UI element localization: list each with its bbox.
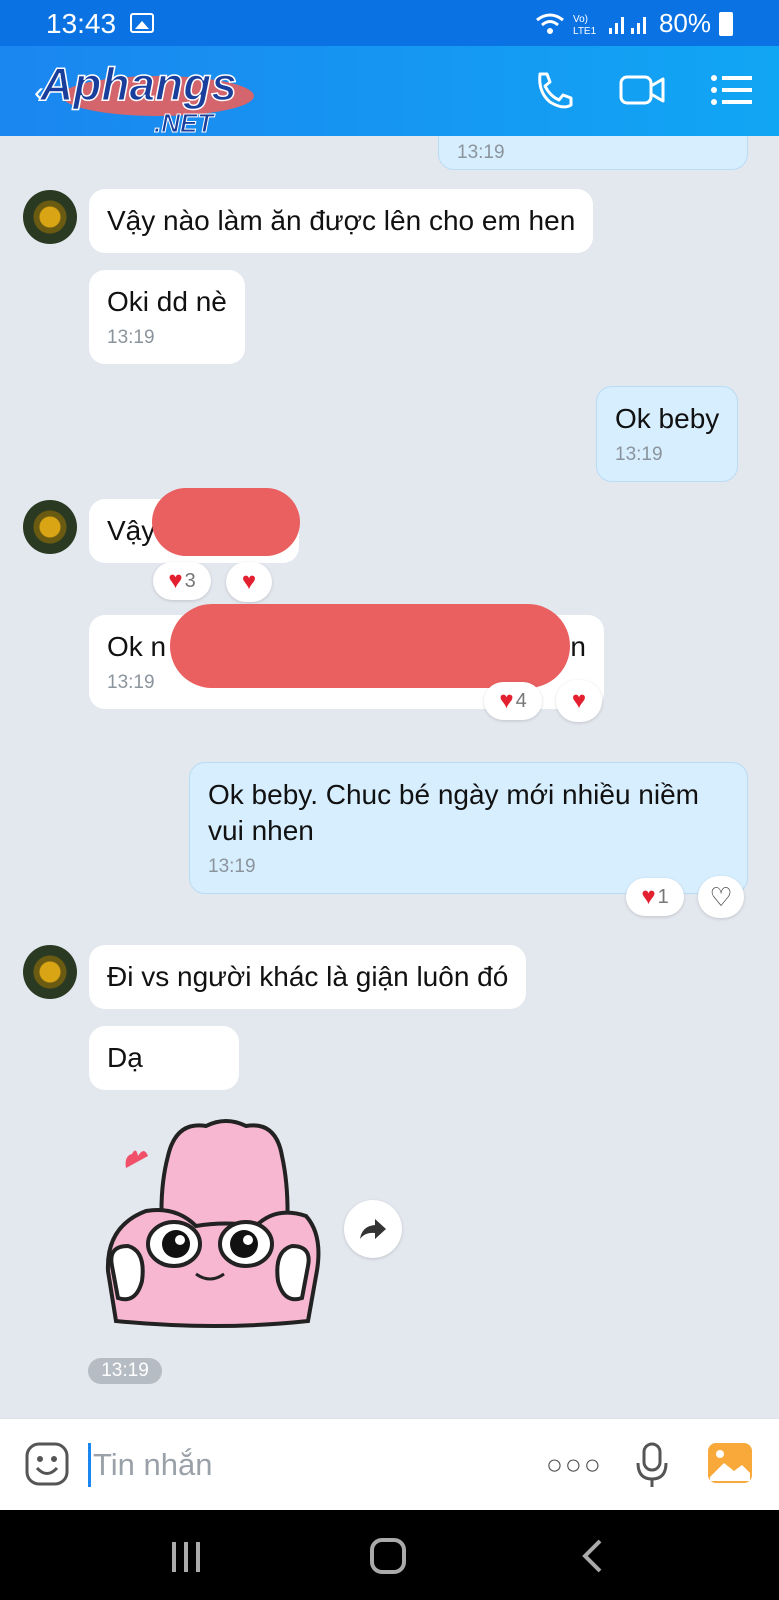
message-text: Ok beby: [615, 403, 720, 434]
avatar[interactable]: [23, 945, 77, 999]
nav-back-icon[interactable]: [580, 1538, 604, 1574]
forward-button[interactable]: [344, 1200, 402, 1258]
message-time: 13:19: [107, 327, 155, 348]
message-text-end: n: [570, 631, 586, 662]
message-text: Ok n: [107, 631, 167, 662]
svg-text:Vo): Vo): [573, 14, 588, 25]
wifi-icon: [536, 13, 564, 34]
message-bubble-in[interactable]: Đi vs người khác là giận luôn đó: [89, 945, 527, 1009]
sticker-time: 13:19: [88, 1358, 162, 1384]
reaction-count: 1: [657, 885, 669, 908]
message-text: Vậy nào làm ăn được lên cho em hen: [107, 205, 576, 236]
forward-icon: [360, 1219, 386, 1239]
react-heart-button[interactable]: ♥: [226, 562, 272, 602]
message-bubble-in[interactable]: Oki dd nè 13:19: [89, 270, 245, 364]
microphone-icon[interactable]: [634, 1441, 670, 1489]
status-right: Vo) LTE1 80%: [535, 8, 733, 39]
heart-icon: ♥: [168, 567, 183, 594]
battery-percent: 80%: [658, 8, 711, 38]
heart-icon: ♥: [571, 687, 587, 714]
message-bubble-in[interactable]: Dạ: [89, 1026, 239, 1090]
gallery-icon: [130, 13, 154, 33]
menu-icon[interactable]: [708, 68, 756, 112]
signal-icon: [608, 16, 646, 34]
chat-header: ‹ Aphangs .NET: [0, 46, 779, 138]
message-input-bar: ○○○: [0, 1418, 779, 1510]
logo-main-text: Aphangs: [39, 58, 237, 110]
react-heart-button[interactable]: ♥: [556, 680, 602, 722]
redaction-mark: [170, 604, 570, 688]
redaction-mark: [152, 488, 300, 556]
video-call-icon[interactable]: [618, 68, 666, 112]
message-bubble-in[interactable]: Vậy nào làm ăn được lên cho em hen: [89, 189, 594, 253]
message-time: 13:19: [208, 856, 256, 877]
image-picker-icon[interactable]: [706, 1441, 754, 1485]
reaction-badge[interactable]: ♥ 3: [153, 562, 211, 600]
avatar[interactable]: [23, 190, 77, 244]
more-options-icon[interactable]: ○○○: [546, 1449, 603, 1481]
message-text: Dạ: [107, 1042, 143, 1073]
home-icon[interactable]: [370, 1538, 406, 1574]
battery-icon: [719, 11, 733, 36]
message-text: Vậy: [107, 515, 156, 546]
message-text: Đi vs người khác là giận luôn đó: [107, 961, 509, 992]
message-bubble-out[interactable]: 13:19: [438, 136, 748, 170]
reaction-badge[interactable]: ♥ 1: [626, 878, 684, 916]
heart-icon: ♥: [241, 568, 257, 595]
avatar[interactable]: [23, 500, 77, 554]
status-bar: 13:43 Vo) LTE1 80%: [0, 0, 779, 46]
message-time: 13:19: [457, 142, 505, 163]
message-input[interactable]: [88, 1443, 518, 1487]
logo-sub-text: .NET: [154, 108, 215, 138]
bunny-sticker[interactable]: [96, 1116, 326, 1336]
volte-icon: Vo)LTE1: [573, 14, 597, 36]
svg-text:LTE1: LTE1: [573, 26, 597, 36]
message-bubble-out[interactable]: Ok beby. Chuc bé ngày mới nhiều niềm vui…: [189, 762, 748, 894]
heart-outline-icon: ♡: [709, 881, 733, 912]
message-text: Ok beby. Chuc bé ngày mới nhiều niềm vui…: [208, 779, 699, 846]
heart-icon: ♥: [499, 687, 514, 714]
reaction-count: 3: [184, 569, 196, 592]
reaction-badge[interactable]: ♥ 4: [484, 682, 542, 720]
message-bubble-out[interactable]: Ok beby 13:19: [596, 386, 739, 482]
reaction-count: 4: [515, 689, 527, 712]
system-nav-bar: [0, 1510, 779, 1600]
watermark-logo: Aphangs .NET: [38, 57, 254, 138]
emoji-icon[interactable]: [24, 1441, 70, 1487]
chat-area[interactable]: 13:19 Vậy nào làm ăn được lên cho em hen…: [0, 136, 779, 1418]
react-heart-button[interactable]: ♡: [698, 876, 744, 918]
message-text: Oki dd nè: [107, 286, 227, 317]
recent-apps-icon[interactable]: [168, 1540, 204, 1574]
message-time: 13:19: [615, 444, 663, 465]
heart-icon: ♥: [641, 883, 656, 910]
phone-icon[interactable]: [530, 68, 578, 112]
status-time: 13:43: [46, 8, 117, 39]
